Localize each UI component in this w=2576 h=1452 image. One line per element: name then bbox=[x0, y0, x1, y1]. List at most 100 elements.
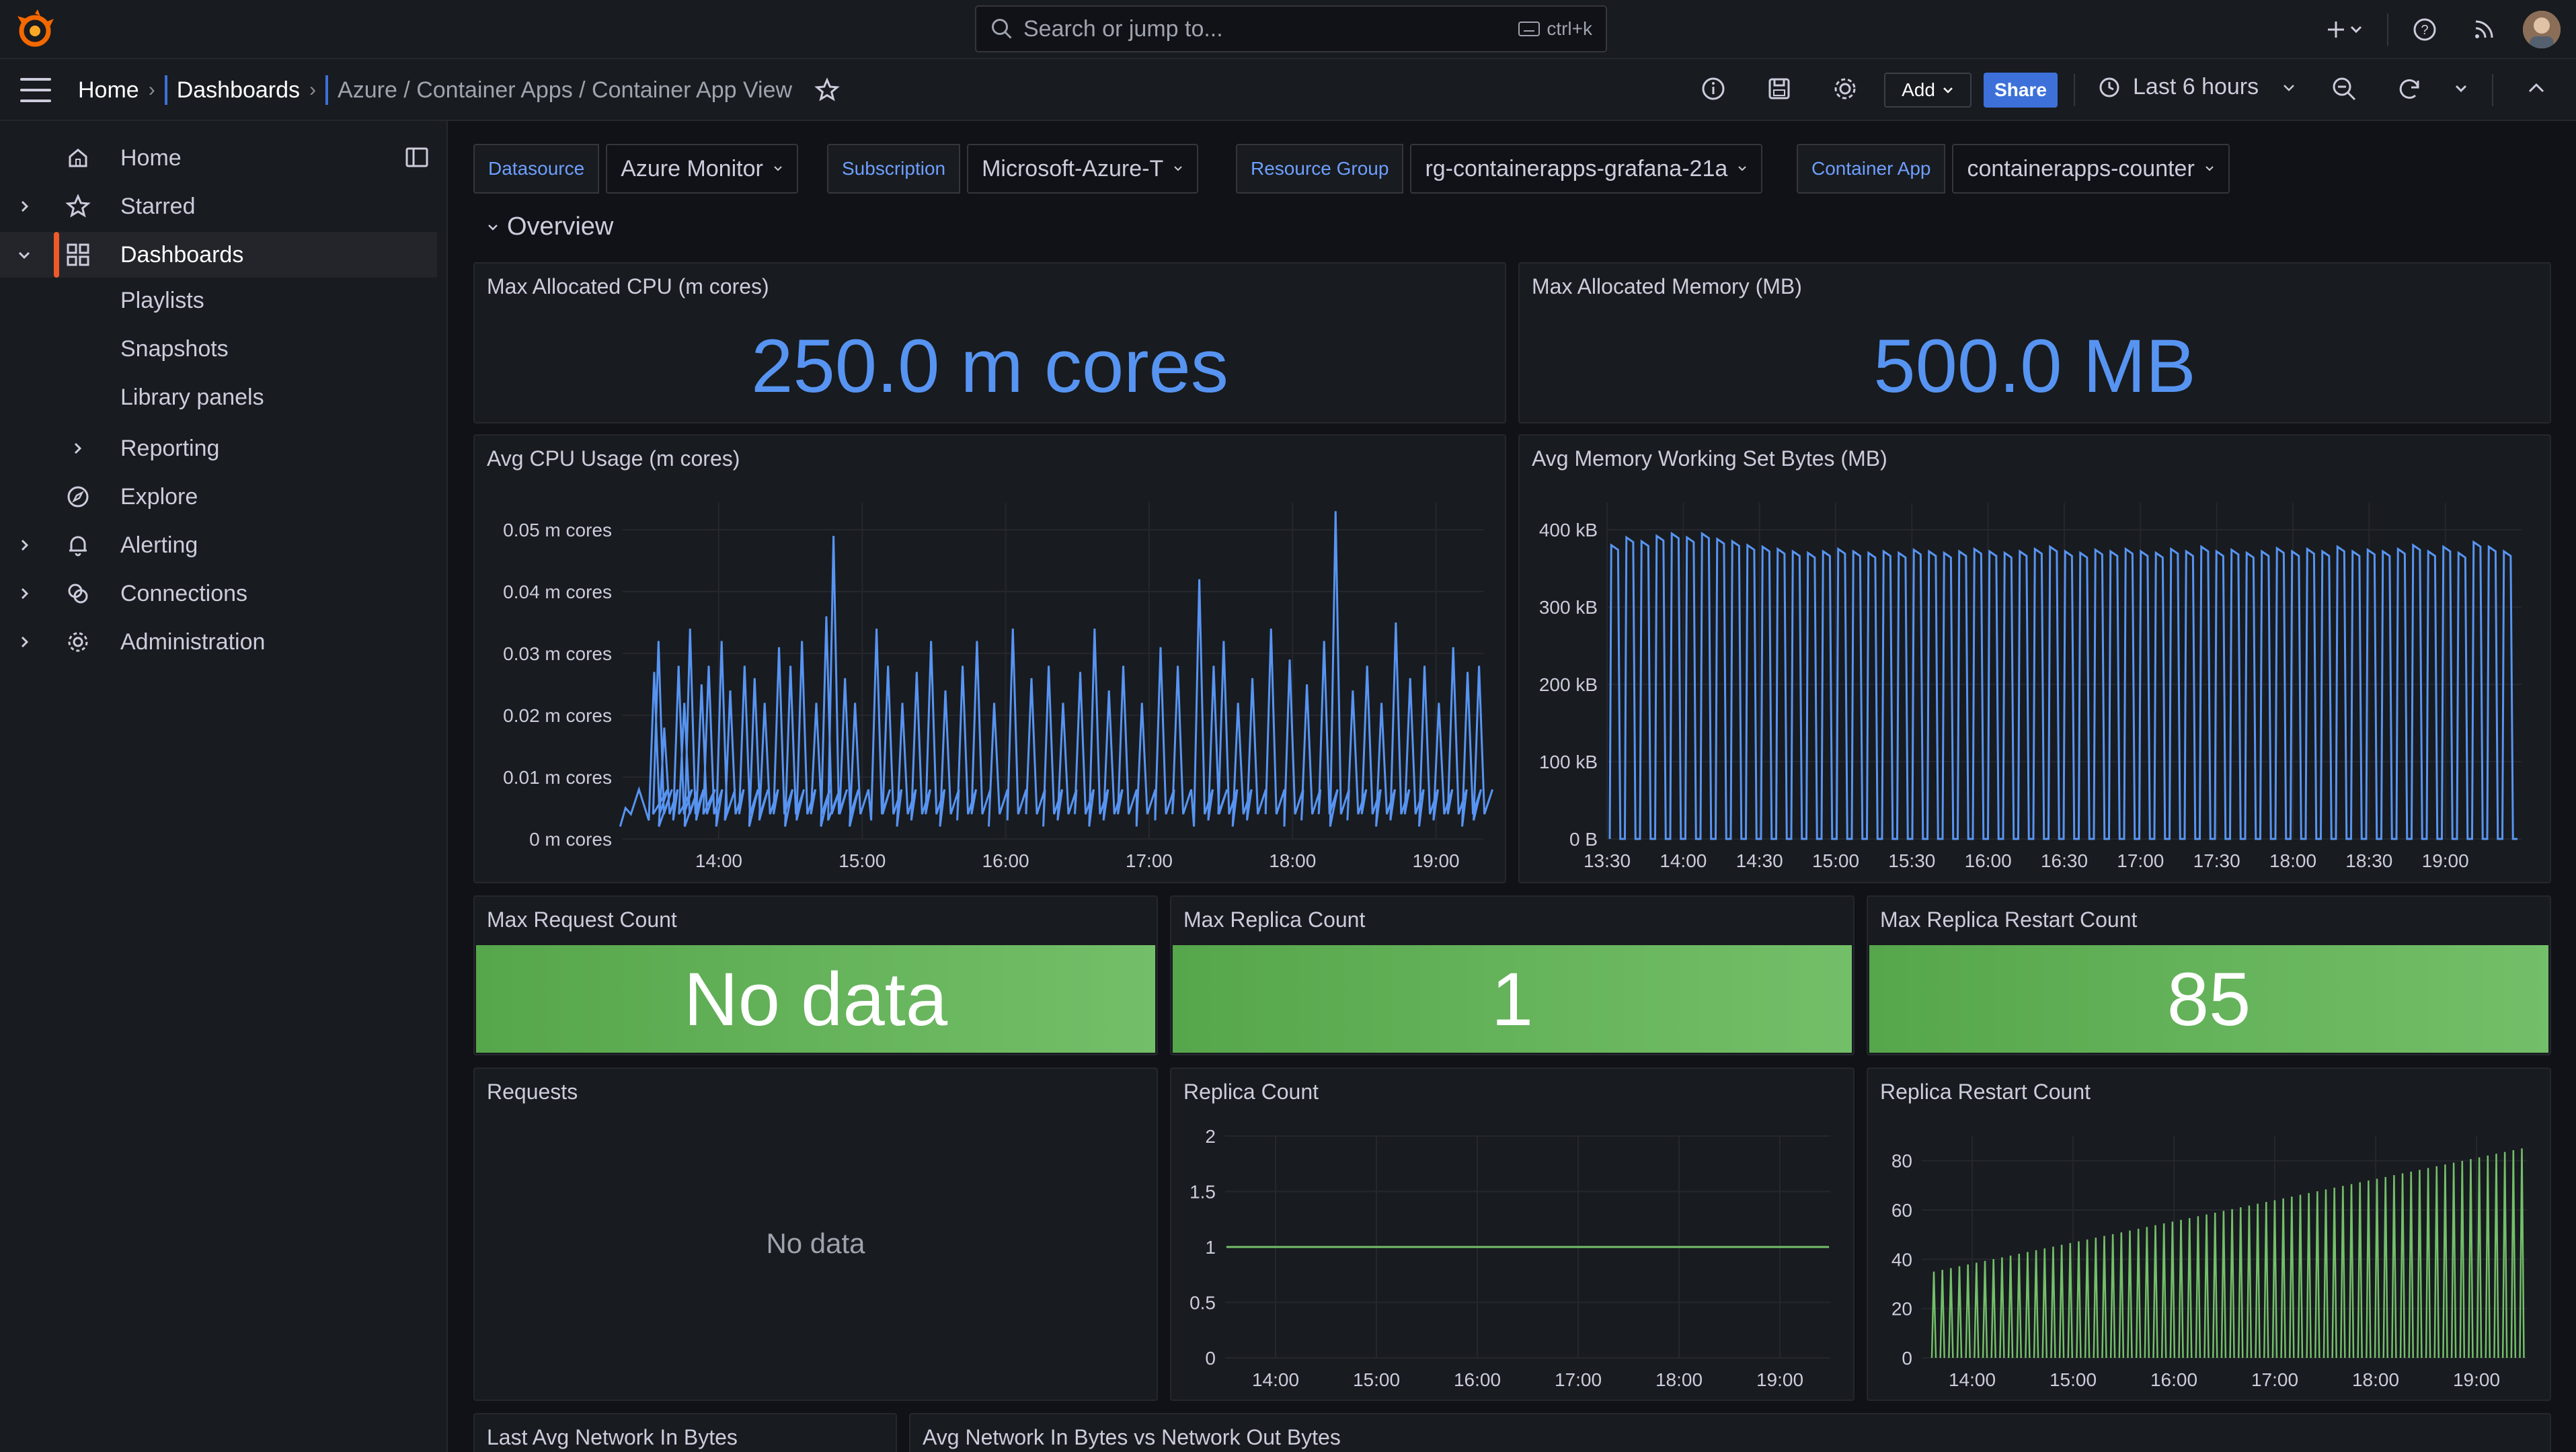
chevron-down-icon bbox=[1174, 166, 1182, 171]
sidebar-item-dashboards[interactable]: Dashboards bbox=[0, 232, 437, 278]
star-icon bbox=[65, 194, 91, 218]
panel-title: Max Request Count bbox=[487, 908, 677, 932]
chevron-down-icon[interactable] bbox=[2348, 15, 2364, 44]
breadcrumb-home[interactable]: Home bbox=[78, 77, 139, 104]
sidebar-item-playlists[interactable]: Playlists bbox=[120, 288, 204, 314]
panel-network-in-vs-out[interactable]: Avg Network In Bytes vs Network Out Byte… bbox=[909, 1413, 2551, 1452]
share-button[interactable]: Share bbox=[1984, 73, 2058, 108]
news-feed-icon[interactable] bbox=[2469, 15, 2499, 44]
sidebar-item-label: Starred bbox=[120, 193, 196, 219]
panel-max-replica-restart-count[interactable]: Max Replica Restart Count 85 bbox=[1867, 895, 2551, 1055]
chevron-down-icon bbox=[2206, 166, 2214, 171]
search-bar[interactable]: Search or jump to... ctrl+k bbox=[975, 5, 1607, 52]
x-tick-label: 15:30 bbox=[1888, 850, 1935, 871]
y-tick-label: 20 bbox=[1891, 1299, 1912, 1320]
sidebar-item-snapshots[interactable]: Snapshots bbox=[120, 336, 229, 362]
replica-restart-chart: 0 20 40 60 80 14:00 15:00 16:00 17:00 18:00 19:00 bbox=[1891, 1136, 2527, 1390]
panel-replica-count[interactable]: Replica Count 0 0.5 1 1.5 2 14:00 15:00 16:00 17… bbox=[1170, 1067, 1855, 1401]
sidebar-item-home[interactable]: Home bbox=[0, 135, 437, 181]
settings-gear-icon[interactable] bbox=[1830, 74, 1860, 104]
panel-title: Avg Network In Bytes vs Network Out Byte… bbox=[923, 1425, 1341, 1449]
x-tick-label: 17:00 bbox=[2117, 850, 2164, 871]
top-bar: Search or jump to... ctrl+k ? bbox=[0, 0, 2576, 59]
panel-title: Avg Memory Working Set Bytes (MB) bbox=[1532, 446, 1887, 471]
chevron-down-icon[interactable] bbox=[2453, 74, 2469, 104]
apps-icon bbox=[67, 243, 89, 266]
variable-select[interactable]: Microsoft-Azure-T bbox=[967, 144, 1199, 194]
panel-title: Max Replica Count bbox=[1183, 908, 1366, 932]
row-overview[interactable]: Overview bbox=[485, 212, 613, 241]
sidebar-item-label: Explore bbox=[120, 483, 198, 510]
keyboard-shortcut: ctrl+k bbox=[1518, 18, 1592, 40]
x-tick-label: 14:00 bbox=[695, 850, 742, 871]
chevron-up-icon[interactable] bbox=[2523, 74, 2550, 104]
sidebar-item-connections[interactable]: Connections bbox=[0, 571, 437, 616]
add-button[interactable]: Add bbox=[1884, 73, 1972, 108]
panel-title: Max Replica Restart Count bbox=[1880, 908, 2138, 932]
y-tick-label: 0.03 m cores bbox=[503, 643, 612, 664]
chevron-down-icon bbox=[774, 166, 782, 171]
avg-cpu-chart: 0 m cores 0.01 m cores 0.02 m cores 0.03 m … bbox=[503, 503, 1494, 871]
chevron-right-icon[interactable] bbox=[16, 537, 32, 553]
x-tick-label: 16:00 bbox=[982, 850, 1029, 871]
sidebar-item-label: Connections bbox=[120, 580, 248, 606]
replica-count-chart: 0 0.5 1 1.5 2 14:00 15:00 16:00 17:00 18:00 19:00 bbox=[1189, 1126, 1830, 1390]
y-tick-label: 0 bbox=[1902, 1348, 1912, 1369]
chevron-right-icon[interactable] bbox=[16, 586, 32, 602]
chevron-right-icon[interactable] bbox=[16, 634, 32, 650]
chevron-down-icon[interactable] bbox=[16, 247, 32, 263]
y-tick-label: 400 kB bbox=[1539, 520, 1598, 540]
x-tick-label: 13:30 bbox=[1584, 850, 1631, 871]
panel-replica-restart-count[interactable]: Replica Restart Count 0 20 40 60 80 14:00 15:0… bbox=[1867, 1067, 2551, 1401]
variable-select[interactable]: rg-containerapps-grafana-21a bbox=[1410, 144, 1763, 194]
panel-requests[interactable]: Requests No data bbox=[473, 1067, 1158, 1401]
variable-select[interactable]: containerapps-counter bbox=[1952, 144, 2230, 194]
sidebar-item-starred[interactable]: Starred bbox=[0, 184, 437, 229]
panel-last-avg-network-in[interactable]: Last Avg Network In Bytes bbox=[473, 1413, 897, 1452]
y-tick-label: 300 kB bbox=[1539, 597, 1598, 618]
star-icon[interactable] bbox=[814, 77, 841, 104]
breadcrumb-dashboards[interactable]: Dashboards bbox=[177, 77, 300, 104]
chevron-down-icon bbox=[1943, 87, 1953, 93]
time-range-picker[interactable]: Last 6 hours bbox=[2098, 74, 2296, 100]
x-tick-label: 17:00 bbox=[1126, 850, 1173, 871]
y-tick-label: 60 bbox=[1891, 1200, 1912, 1221]
panel-max-cpu[interactable]: Max Allocated CPU (m cores) 250.0 m core… bbox=[473, 262, 1506, 424]
sidebar-item-explore[interactable]: Explore bbox=[0, 474, 437, 520]
user-avatar[interactable] bbox=[2523, 11, 2561, 48]
panel-title: Requests bbox=[487, 1080, 578, 1104]
panel-max-memory[interactable]: Max Allocated Memory (MB) 500.0 MB bbox=[1518, 262, 2551, 424]
x-tick-label: 19:00 bbox=[2453, 1369, 2500, 1390]
breadcrumb-chevron-icon: › bbox=[148, 79, 155, 101]
zoom-out-icon[interactable] bbox=[2329, 74, 2359, 104]
sidebar-item-administration[interactable]: Administration bbox=[0, 619, 437, 665]
panel-avg-memory[interactable]: Avg Memory Working Set Bytes (MB) 0 B 100… bbox=[1518, 434, 2551, 883]
save-icon[interactable] bbox=[1764, 74, 1794, 104]
x-tick-label: 18:00 bbox=[1655, 1369, 1703, 1390]
chevron-right-icon[interactable] bbox=[69, 440, 85, 456]
dashboard-info-icon[interactable] bbox=[1699, 74, 1728, 104]
panel-max-replica-count[interactable]: Max Replica Count 1 bbox=[1170, 895, 1855, 1055]
sidebar-item-reporting[interactable]: Reporting bbox=[0, 426, 437, 471]
menu-toggle-icon[interactable] bbox=[20, 78, 51, 102]
panel-avg-cpu[interactable]: Avg CPU Usage (m cores) 0 m cores 0.01 m … bbox=[473, 434, 1506, 883]
x-tick-label: 18:00 bbox=[2352, 1369, 2399, 1390]
plus-icon[interactable] bbox=[2321, 15, 2351, 44]
refresh-icon[interactable] bbox=[2395, 74, 2425, 104]
y-tick-label: 80 bbox=[1891, 1151, 1912, 1172]
sidebar-item-alerting[interactable]: Alerting bbox=[0, 522, 437, 568]
help-icon[interactable]: ? bbox=[2410, 15, 2440, 44]
sidebar-item-library-panels[interactable]: Library panels bbox=[120, 385, 264, 411]
row-title: Overview bbox=[507, 212, 614, 241]
time-range-label: Last 6 hours bbox=[2133, 74, 2259, 99]
variable-select[interactable]: Azure Monitor bbox=[606, 144, 798, 194]
x-tick-label: 16:00 bbox=[1965, 850, 2012, 871]
grafana-logo-icon[interactable] bbox=[15, 9, 55, 50]
chevron-right-icon[interactable] bbox=[16, 198, 32, 214]
variable-resource-group: Resource Group rg-containerapps-grafana-… bbox=[1236, 144, 1763, 194]
panel-title: Avg CPU Usage (m cores) bbox=[487, 446, 740, 471]
chevron-down-icon bbox=[488, 224, 498, 231]
search-icon bbox=[992, 19, 1012, 39]
panel-max-request-count[interactable]: Max Request Count No data bbox=[473, 895, 1158, 1055]
variable-value: Microsoft-Azure-T bbox=[982, 155, 1164, 182]
